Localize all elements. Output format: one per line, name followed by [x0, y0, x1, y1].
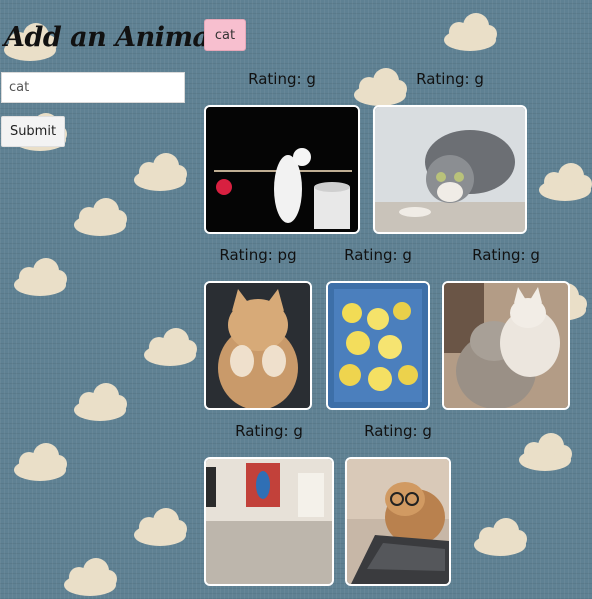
animal-input[interactable]: [1, 72, 185, 103]
cat-with-glasses-laptop-gif[interactable]: [345, 457, 451, 586]
gif-card: Rating: pg: [204, 246, 312, 410]
animal-button-cat[interactable]: cat: [204, 19, 246, 51]
rating-label: Rating: g: [364, 422, 432, 440]
cat-with-yarn-gif[interactable]: [204, 105, 360, 234]
gif-card: Rating: g: [373, 70, 527, 234]
page-title: Add an Animal: [4, 22, 220, 53]
rating-label: Rating: g: [344, 246, 412, 264]
gif-card: Rating: g: [204, 70, 360, 234]
two-cats-cuddling-gif[interactable]: [442, 281, 570, 410]
submit-button[interactable]: Submit: [1, 116, 65, 147]
gif-card: Rating: g: [345, 422, 451, 586]
gif-card: Rating: g: [326, 246, 430, 410]
rating-label: Rating: g: [472, 246, 540, 264]
tabby-cat-crouching-gif[interactable]: [373, 105, 527, 234]
yellow-chicks-basket-gif[interactable]: [326, 281, 430, 410]
rating-label: Rating: g: [248, 70, 316, 88]
rating-label: Rating: pg: [219, 246, 297, 264]
gif-card: Rating: g: [442, 246, 570, 410]
rating-label: Rating: g: [235, 422, 303, 440]
rating-label: Rating: g: [416, 70, 484, 88]
floor-room-gif[interactable]: [204, 457, 334, 586]
orange-cat-paws-gif[interactable]: [204, 281, 312, 410]
gif-card: Rating: g: [204, 422, 334, 586]
